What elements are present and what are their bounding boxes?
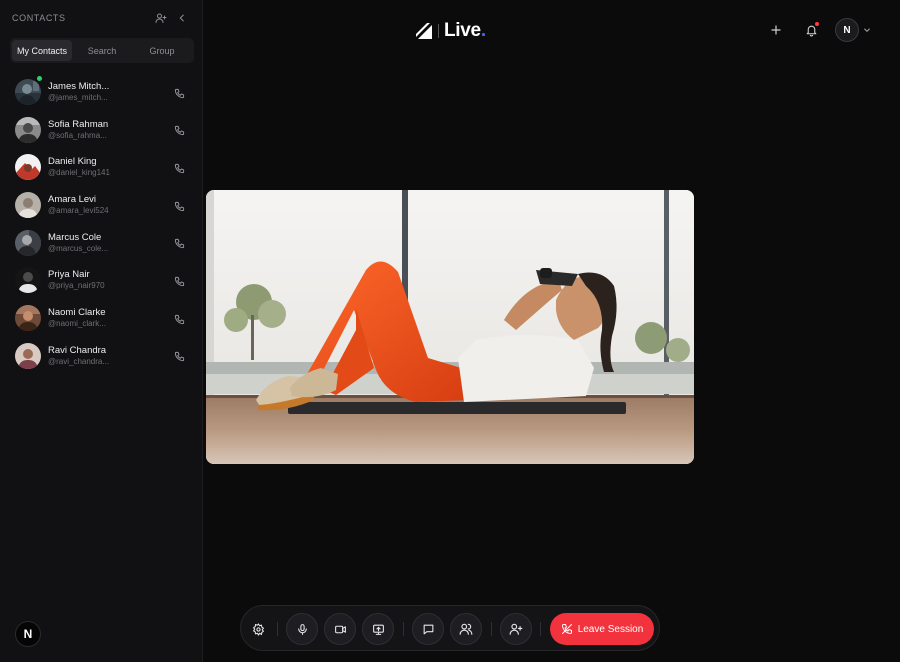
phone-icon[interactable] [172, 350, 186, 364]
avatar [15, 192, 41, 219]
people-icon [459, 623, 473, 635]
bell-icon[interactable] [803, 22, 819, 38]
leave-session-label: Leave Session [577, 623, 644, 635]
contact-name: Ravi Chandra [48, 344, 107, 356]
contact-item[interactable]: Ravi Chandra @ravi_chandra... [0, 336, 203, 374]
contact-name: Priya Nair [48, 269, 90, 281]
screen-share-button[interactable] [362, 613, 394, 645]
phone-icon[interactable] [172, 86, 186, 100]
settings-button[interactable] [242, 613, 274, 645]
contact-name: Amara Levi [48, 194, 97, 206]
contact-tabs: My Contacts Search Group [10, 38, 194, 63]
contact-item[interactable]: Priya Nair @priya_nair970 [0, 260, 203, 298]
phone-icon[interactable] [172, 199, 186, 213]
phone-icon[interactable] [172, 237, 186, 251]
avatar [15, 116, 41, 143]
brand-badge[interactable]: N [15, 621, 41, 647]
notification-dot [815, 22, 819, 26]
contact-item[interactable]: Amara Levi @amara_levi524 [0, 185, 203, 223]
phone-icon[interactable] [172, 161, 186, 175]
chat-button[interactable] [412, 613, 444, 645]
participants-button[interactable] [450, 613, 482, 645]
contact-item[interactable]: Marcus Cole @marcus_cole... [0, 223, 203, 261]
avatar [15, 79, 41, 105]
sidebar-title: CONTACTS [12, 13, 66, 23]
avatar [15, 229, 41, 256]
app-logo: Live. [415, 20, 486, 42]
avatar [15, 154, 41, 181]
user-avatar[interactable]: N [835, 18, 859, 42]
contact-list: James Mitch... @james_mitch... Sofia Rah… [0, 72, 203, 374]
tab-group[interactable]: Group [132, 40, 192, 61]
contact-name: Marcus Cole [48, 231, 102, 243]
contact-handle: @daniel_king141 [48, 168, 110, 178]
microphone-icon [297, 623, 307, 635]
app-root: CONTACTS My Contacts Search Group James … [0, 0, 900, 662]
logo-text: Live [444, 20, 481, 41]
avatar [15, 267, 41, 294]
logo-dot: . [480, 20, 487, 41]
phone-icon[interactable] [172, 124, 186, 138]
contact-item[interactable]: Naomi Clarke @naomi_clark... [0, 298, 203, 336]
logo-mark-icon [416, 23, 432, 39]
tab-my-contacts[interactable]: My Contacts [12, 40, 72, 61]
gear-icon [252, 622, 264, 636]
contact-name: James Mitch... [48, 81, 110, 92]
contact-handle: @sofia_rahma... [48, 130, 107, 140]
video-camera-icon [334, 625, 346, 633]
microphone-button[interactable] [286, 613, 318, 645]
call-controls: Leave Session [240, 605, 660, 651]
chevron-down-icon[interactable] [862, 25, 872, 35]
add-user-icon [509, 623, 523, 635]
video-feed [206, 190, 694, 464]
tab-search[interactable]: Search [72, 40, 132, 61]
camera-button[interactable] [324, 613, 356, 645]
leave-session-button[interactable]: Leave Session [550, 613, 654, 645]
online-indicator [37, 76, 42, 81]
control-divider [491, 622, 492, 636]
collapse-sidebar-icon[interactable] [174, 10, 190, 26]
contact-item[interactable]: Sofia Rahman @sofia_rahma... [0, 110, 203, 148]
plus-icon[interactable] [768, 22, 784, 38]
contact-handle: @naomi_clark... [48, 319, 106, 329]
logo-divider [438, 24, 439, 38]
contact-handle: @ravi_chandra... [48, 356, 110, 366]
control-divider [403, 622, 404, 636]
contact-handle: @marcus_cole... [48, 243, 109, 253]
avatar [15, 305, 41, 332]
screen-share-icon [372, 624, 384, 635]
chat-icon [423, 624, 433, 634]
control-divider [277, 622, 278, 636]
contact-handle: @amara_levi524 [48, 206, 109, 216]
contact-item[interactable]: James Mitch... @james_mitch... [0, 72, 203, 110]
add-participant-button[interactable] [500, 613, 532, 645]
sidebar-header: CONTACTS [12, 13, 192, 25]
contact-name: Daniel King [48, 156, 97, 168]
control-divider [540, 622, 541, 636]
phone-off-icon [561, 624, 572, 634]
contact-name: Sofia Rahman [48, 118, 109, 130]
avatar [15, 342, 41, 369]
contact-handle: @james_mitch... [48, 93, 108, 102]
contact-handle: @priya_nair970 [48, 281, 105, 291]
add-contact-icon[interactable] [153, 10, 169, 26]
contacts-sidebar: CONTACTS My Contacts Search Group James … [0, 0, 203, 662]
video-frame-image [206, 190, 694, 464]
contact-item[interactable]: Daniel King @daniel_king141 [0, 147, 203, 185]
contact-name: Naomi Clarke [48, 307, 106, 319]
phone-icon[interactable] [172, 312, 186, 326]
phone-icon[interactable] [172, 274, 186, 288]
